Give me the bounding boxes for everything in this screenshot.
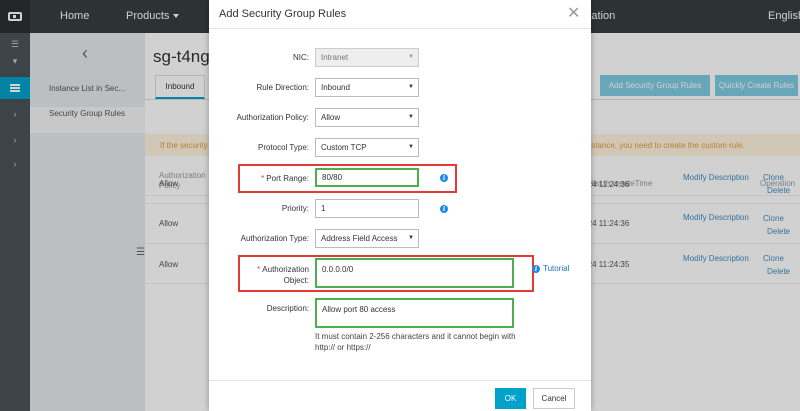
description-label: Description: [266,304,309,313]
authorization-policy-select[interactable]: Allow [315,108,419,127]
info-icon[interactable]: i [440,205,448,213]
dialog-header-divider [209,28,591,29]
info-icon[interactable]: i [440,174,448,182]
nic-select: Intranet [315,48,419,67]
add-security-group-rules-dialog: Add Security Group Rules ✕ NIC: Intranet… [209,0,591,411]
required-mark: * [257,265,261,274]
description-hint: It must contain 2-256 characters and it … [315,332,516,352]
authorization-object-label-2: Object: [283,276,309,285]
authorization-object-input[interactable]: 0.0.0.0/0 [315,258,514,288]
dialog-title: Add Security Group Rules [219,8,347,20]
authorization-policy-label: Authorization Policy: [236,113,309,122]
port-range-input[interactable]: 80/80 [315,168,419,187]
description-textarea[interactable]: Allow port 80 access [315,298,514,328]
info-icon[interactable]: i [532,265,540,273]
cancel-button[interactable]: Cancel [533,388,575,409]
ok-button[interactable]: OK [495,388,526,409]
priority-label: Priority: [281,204,309,213]
authorization-object-label-1: Authorization [262,265,309,274]
required-mark: * [261,174,265,183]
authorization-type-select[interactable]: Address Field Access [315,229,419,248]
protocol-type-select[interactable]: Custom TCP [315,138,419,157]
port-range-label-text: Port Range: [266,174,309,183]
rule-direction-select[interactable]: Inbound [315,78,419,97]
nic-label: NIC: [293,53,309,62]
rule-direction-label: Rule Direction: [256,83,309,92]
authorization-type-label: Authorization Type: [240,234,309,243]
priority-input[interactable]: 1 [315,199,419,218]
protocol-type-label: Protocol Type: [258,143,309,152]
port-range-label: * Port Range: [209,174,309,183]
dialog-footer-divider [209,380,591,381]
close-icon[interactable]: ✕ [567,3,580,23]
authorization-object-label: * Authorization Object: [209,264,309,286]
tutorial-link[interactable]: Tutorial [543,264,569,273]
